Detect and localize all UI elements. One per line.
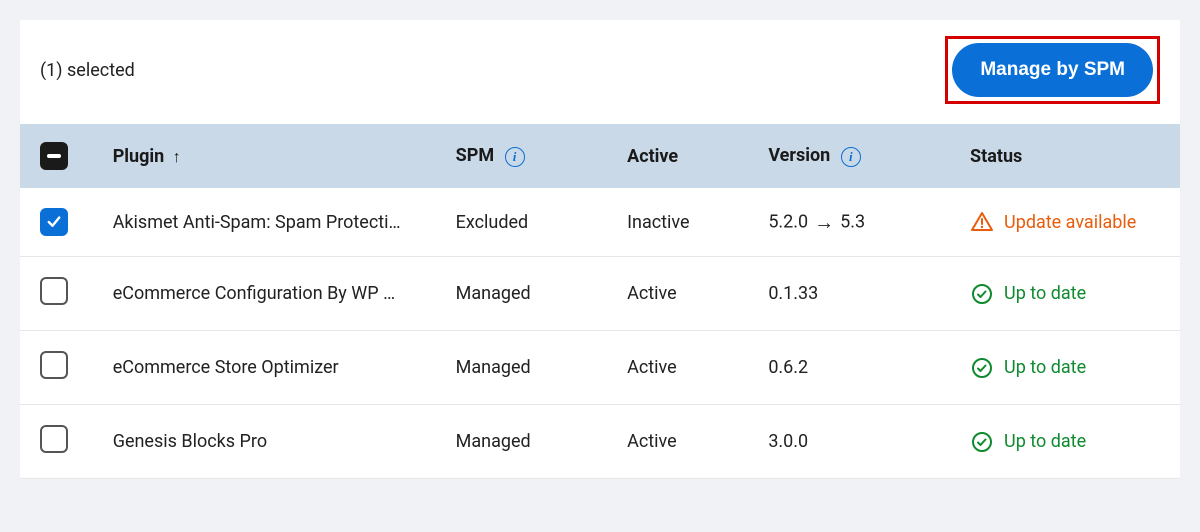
alert-triangle-icon	[970, 210, 994, 234]
plugin-name: eCommerce Store Optimizer	[113, 357, 339, 378]
version-value: 3.0.0	[756, 405, 958, 479]
spm-value: Managed	[444, 257, 615, 331]
status-text: Update available	[1004, 212, 1136, 233]
manage-button-highlight: Manage by SPM	[945, 36, 1160, 104]
status-cell: Update available	[970, 210, 1168, 234]
status-text: Up to date	[1004, 431, 1086, 452]
table-row: eCommerce Configuration By WP … ManagedAc…	[20, 257, 1180, 331]
status-text: Up to date	[1004, 283, 1086, 304]
check-circle-icon	[970, 430, 994, 454]
active-value: Active	[615, 257, 756, 331]
col-header-plugin[interactable]: Plugin ↑	[101, 124, 444, 188]
row-checkbox[interactable]	[40, 277, 68, 305]
col-header-spm[interactable]: SPM i	[444, 124, 615, 188]
info-icon[interactable]: i	[505, 147, 525, 167]
manage-by-spm-button[interactable]: Manage by SPM	[952, 43, 1153, 97]
plugin-name: eCommerce Configuration By WP …	[113, 283, 395, 304]
active-value: Inactive	[615, 188, 756, 257]
spm-value: Excluded	[444, 188, 615, 257]
status-cell: Up to date	[970, 430, 1168, 454]
status-text: Up to date	[1004, 357, 1086, 378]
col-header-version-label: Version	[768, 145, 830, 166]
version-value: 0.1.33	[756, 257, 958, 331]
check-circle-icon	[970, 356, 994, 380]
col-header-status[interactable]: Status	[958, 124, 1180, 188]
table-row: eCommerce Store Optimizer ManagedActive0.…	[20, 331, 1180, 405]
row-checkbox[interactable]	[40, 351, 68, 379]
table-header-row: Plugin ↑ SPM i Active Version i Status	[20, 124, 1180, 188]
spm-value: Managed	[444, 405, 615, 479]
plugin-panel: (1) selected Manage by SPM Plugin ↑ SPM …	[20, 20, 1180, 479]
table-row: Akismet Anti-Spam: Spam Protecti… Exclude…	[20, 188, 1180, 257]
table-row: Genesis Blocks Pro ManagedActive3.0.0 Up t…	[20, 405, 1180, 479]
sort-up-icon: ↑	[173, 147, 181, 166]
info-icon[interactable]: i	[841, 147, 861, 167]
check-circle-icon	[970, 282, 994, 306]
plugin-name: Genesis Blocks Pro	[113, 431, 267, 452]
check-icon	[45, 213, 63, 231]
arrow-right-icon: →	[814, 210, 834, 234]
col-header-active[interactable]: Active	[615, 124, 756, 188]
version-from: 5.2.0	[768, 211, 808, 232]
selection-count: (1) selected	[40, 60, 135, 81]
version-value: 0.6.2	[756, 331, 958, 405]
plugins-table: Plugin ↑ SPM i Active Version i Status	[20, 124, 1180, 479]
active-value: Active	[615, 405, 756, 479]
plugin-name: Akismet Anti-Spam: Spam Protecti…	[113, 212, 401, 233]
row-checkbox[interactable]	[40, 425, 68, 453]
row-checkbox[interactable]	[40, 208, 68, 236]
col-header-active-label: Active	[627, 146, 678, 167]
indeterminate-icon	[47, 154, 61, 158]
topbar: (1) selected Manage by SPM	[20, 20, 1180, 124]
select-all-checkbox[interactable]	[40, 142, 68, 170]
spm-value: Managed	[444, 331, 615, 405]
version-value: 5.2.0 → 5.3	[756, 188, 958, 257]
col-header-version[interactable]: Version i	[756, 124, 958, 188]
status-cell: Up to date	[970, 282, 1168, 306]
col-header-plugin-label: Plugin	[113, 146, 165, 167]
status-cell: Up to date	[970, 356, 1168, 380]
col-header-spm-label: SPM	[456, 145, 494, 166]
col-header-status-label: Status	[970, 146, 1022, 167]
version-to: 5.3	[840, 211, 865, 232]
active-value: Active	[615, 331, 756, 405]
